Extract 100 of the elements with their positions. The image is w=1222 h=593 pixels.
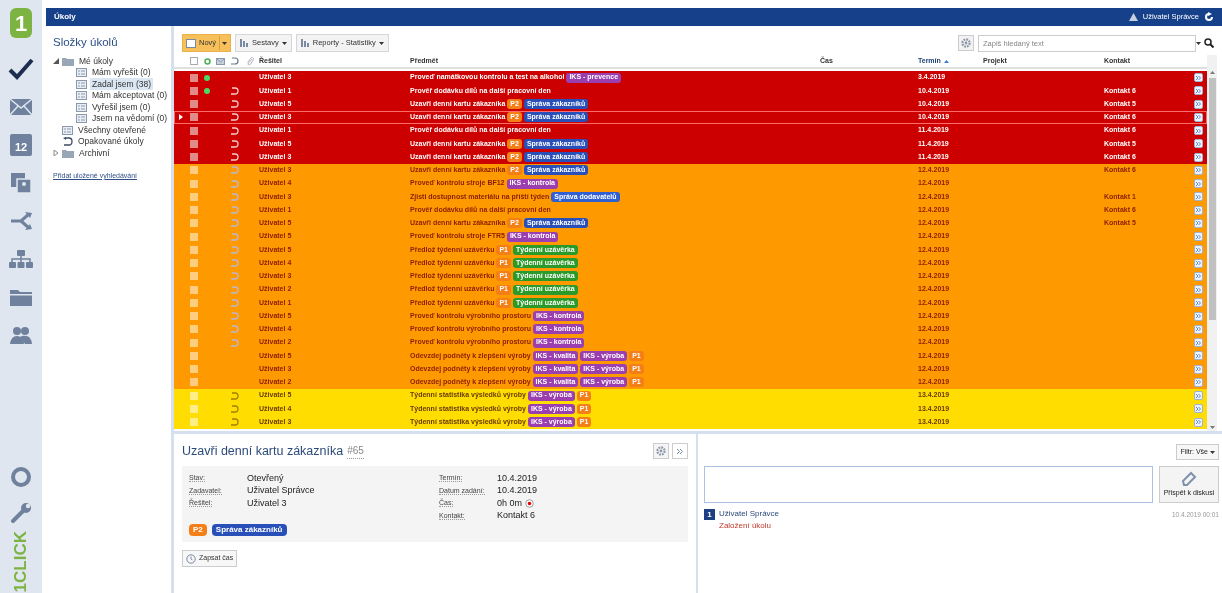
row-checkbox[interactable] [190, 325, 198, 334]
row-checkbox[interactable] [190, 272, 198, 281]
sort-up-icon [943, 59, 949, 63]
folder-item[interactable]: Všechny otevřené [76, 123, 149, 137]
share-icon[interactable] [9, 211, 33, 231]
row-checkbox[interactable] [190, 153, 198, 162]
row-checkbox[interactable] [190, 166, 198, 175]
folder-item[interactable]: Mé úkoly [77, 54, 115, 68]
expand-arrow-icon[interactable] [53, 150, 59, 156]
wrench-icon[interactable] [10, 502, 32, 524]
select-all-checkbox[interactable] [190, 57, 198, 65]
open-button[interactable] [1194, 351, 1203, 361]
folder-item[interactable]: Jsem na vědomí (0) [90, 112, 170, 125]
open-button[interactable] [1194, 364, 1203, 374]
scrollbar[interactable] [1207, 55, 1217, 431]
settings-button[interactable] [958, 35, 974, 51]
row-checkbox[interactable] [190, 113, 198, 122]
row-checkbox[interactable] [190, 338, 198, 347]
warning-icon[interactable] [1128, 13, 1138, 21]
row-checkbox[interactable] [190, 404, 198, 413]
row-checkbox[interactable] [190, 139, 198, 148]
search-icon[interactable] [1204, 38, 1214, 48]
people-icon[interactable] [9, 325, 33, 345]
open-button[interactable] [1194, 139, 1203, 149]
row-checkbox[interactable] [190, 298, 198, 307]
open-button[interactable] [1194, 311, 1203, 321]
open-button[interactable] [1194, 324, 1203, 334]
list-icon [76, 79, 87, 89]
open-button[interactable] [1194, 391, 1203, 401]
row-checkbox[interactable] [190, 351, 198, 360]
list-icon [62, 125, 73, 135]
open-button[interactable] [1194, 404, 1203, 414]
collapse-arrow-icon[interactable] [53, 58, 59, 64]
row-checkbox[interactable] [190, 259, 198, 268]
row-checkbox[interactable] [190, 312, 198, 321]
open-button[interactable] [1194, 298, 1203, 308]
scroll-up-icon[interactable] [1209, 71, 1215, 74]
row-checkbox[interactable] [190, 206, 198, 215]
double-chevron-icon [1196, 420, 1201, 425]
row-checkbox[interactable] [190, 232, 198, 241]
comment-field[interactable] [704, 466, 1153, 503]
folder-item[interactable]: Archivní [77, 146, 112, 160]
row-checkbox[interactable] [190, 418, 198, 427]
row-checkbox[interactable] [190, 219, 198, 228]
row-checkbox[interactable] [190, 365, 198, 374]
row-checkbox[interactable] [190, 126, 198, 135]
open-button[interactable] [1194, 338, 1203, 348]
scrollbar-thumb[interactable] [1208, 78, 1216, 320]
refresh-icon[interactable] [1204, 12, 1214, 22]
row-checkbox[interactable] [190, 100, 198, 109]
row-checkbox[interactable] [190, 192, 198, 201]
calendar-icon[interactable]: 12 [10, 134, 32, 156]
open-button[interactable] [1194, 205, 1203, 215]
org-chart-icon[interactable] [8, 249, 34, 269]
open-button[interactable] [1194, 271, 1203, 281]
open-button[interactable] [1194, 232, 1203, 242]
open-button[interactable] [1194, 165, 1203, 175]
open-button[interactable] [1194, 179, 1203, 189]
open-button[interactable] [1194, 126, 1203, 136]
panel-title: Složky úkolů [53, 35, 119, 50]
mail-icon[interactable] [9, 98, 33, 116]
double-chevron-icon [1196, 75, 1201, 80]
checkmark-icon[interactable] [8, 57, 34, 81]
field-value: Otevřený [247, 471, 284, 485]
circle-icon [203, 57, 211, 65]
open-button[interactable] [1194, 245, 1203, 255]
open-button[interactable] [1194, 377, 1203, 387]
row-checkbox[interactable] [190, 378, 198, 387]
record-icon[interactable] [525, 498, 534, 508]
folder-item[interactable]: Vyřešil jsem (0) [90, 100, 153, 114]
row-checkbox[interactable] [190, 86, 198, 95]
double-chevron-icon [1196, 287, 1201, 292]
open-button[interactable] [1194, 86, 1203, 96]
open-button[interactable] [1194, 73, 1203, 83]
row-checkbox[interactable] [190, 245, 198, 254]
folder-item[interactable]: Mám akceptovat (0) [90, 89, 170, 102]
row-checkbox[interactable] [190, 73, 198, 82]
expand-button[interactable] [672, 443, 688, 459]
row-checkbox[interactable] [190, 179, 198, 188]
folder-item[interactable]: Opakované úkoly [76, 135, 146, 148]
open-button[interactable] [1194, 417, 1203, 427]
open-button[interactable] [1194, 152, 1203, 162]
folder-item[interactable]: Zadal jsem (38) [90, 77, 154, 91]
open-button[interactable] [1194, 112, 1203, 122]
field-value: 0h 0m [497, 496, 522, 510]
settings-button[interactable] [653, 443, 669, 459]
open-button[interactable] [1194, 192, 1203, 202]
row-checkbox[interactable] [190, 285, 198, 294]
folder-icon[interactable] [9, 287, 33, 307]
open-button[interactable] [1194, 218, 1203, 228]
open-button[interactable] [1194, 285, 1203, 295]
row-checkbox[interactable] [190, 391, 198, 400]
open-button[interactable] [1194, 99, 1203, 109]
folder-icon [62, 148, 74, 158]
open-button[interactable] [1194, 258, 1203, 268]
lifebuoy-icon[interactable] [10, 466, 32, 488]
double-chevron-icon [1196, 261, 1201, 266]
folder-item[interactable]: Mám vyřešit (0) [90, 66, 153, 79]
cards-icon[interactable] [10, 172, 32, 194]
scroll-down-icon[interactable] [1209, 426, 1215, 429]
